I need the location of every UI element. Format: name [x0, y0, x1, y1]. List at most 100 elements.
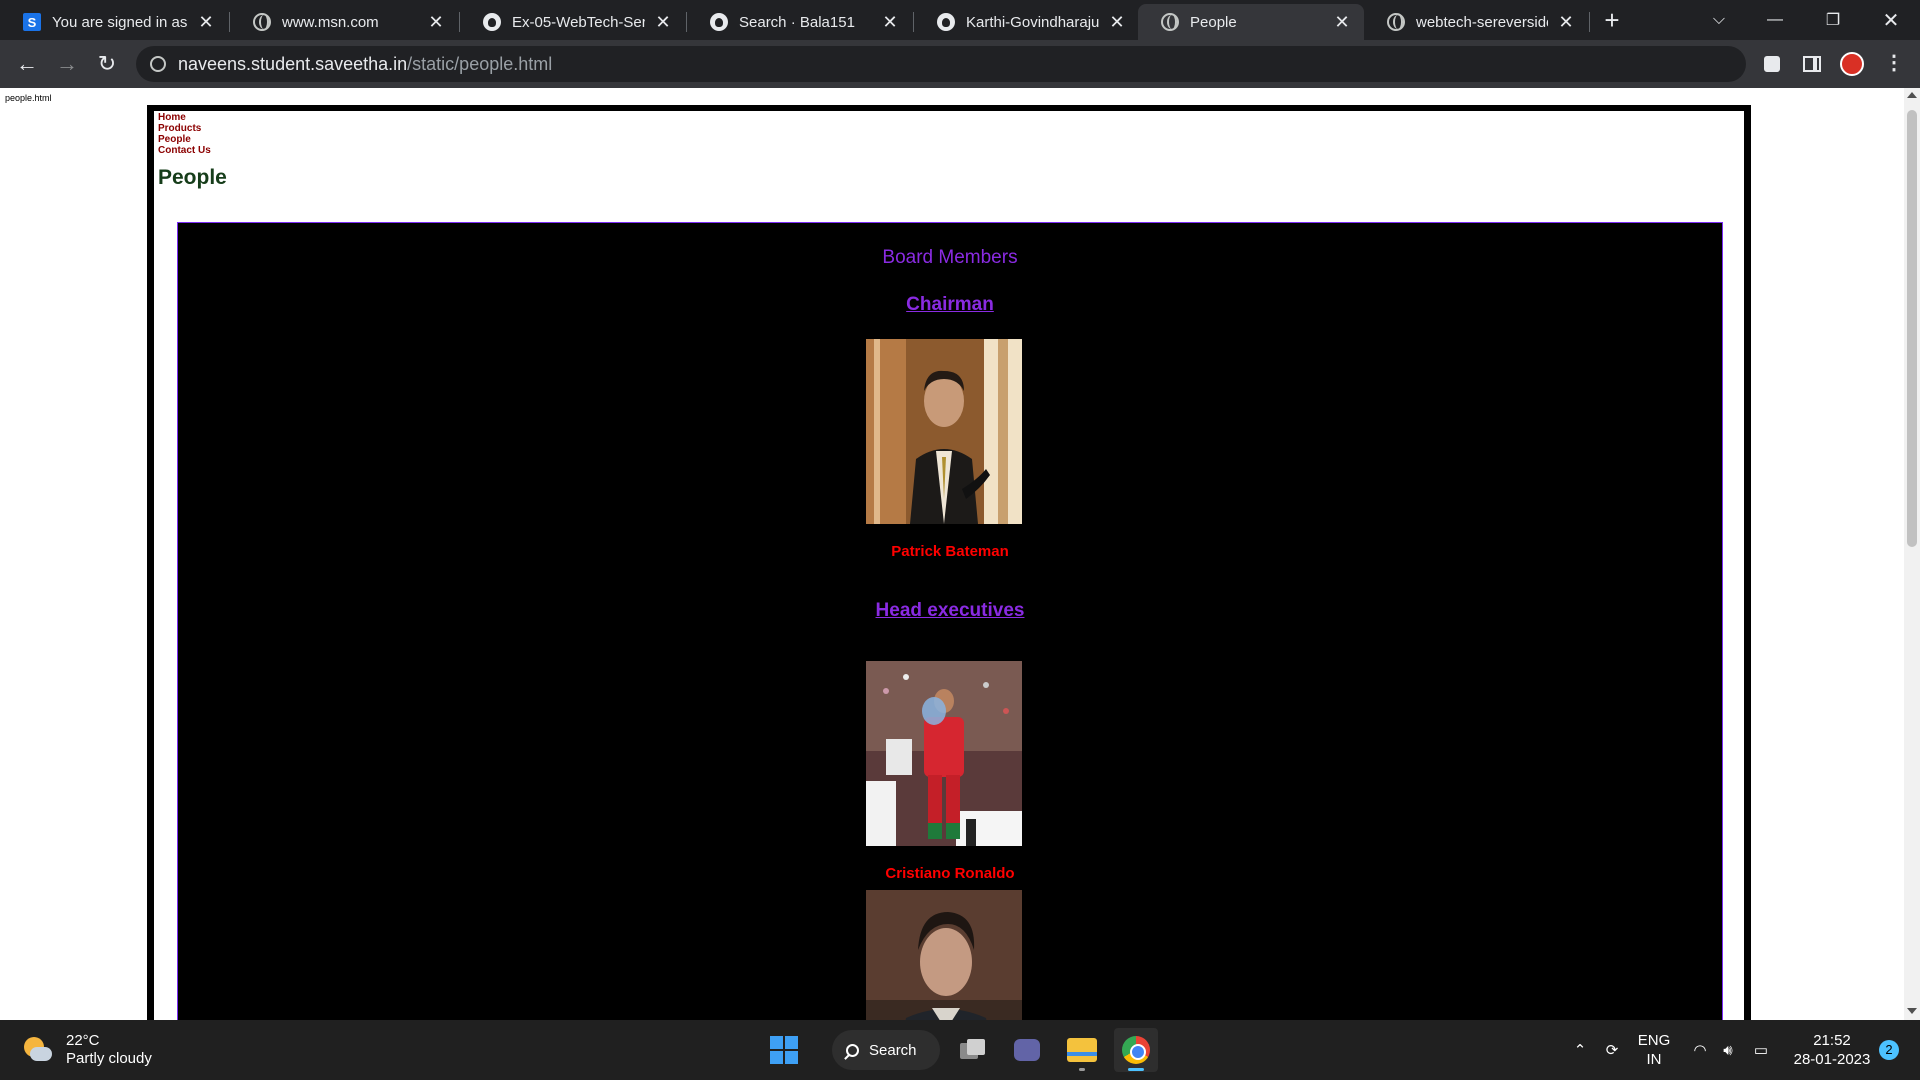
site-nav: Home Products People Contact Us — [158, 112, 211, 156]
chairman-photo — [866, 339, 1022, 524]
file-label: people.html — [5, 93, 52, 103]
github-icon — [482, 12, 502, 32]
notification-badge: 2 — [1879, 1040, 1899, 1060]
role-heading-head-executives[interactable]: Head executives — [178, 600, 1722, 622]
close-icon[interactable]: ✕ — [1107, 12, 1127, 33]
windows-taskbar: 22°C Partly cloudy Search ⌃ ⟳ ENG IN ◠ 🔊… — [0, 1020, 1920, 1080]
page-body: Home Products People Contact Us People B… — [154, 111, 1744, 1020]
tab-ex05[interactable]: Ex-05-WebTech-Serve ✕ — [460, 4, 685, 40]
new-tab-button[interactable]: + — [1598, 6, 1626, 34]
chat-button[interactable] — [1005, 1028, 1049, 1072]
minimize-button[interactable]: — — [1746, 0, 1804, 40]
sync-icon[interactable]: ⟳ — [1600, 1020, 1624, 1080]
close-window-button[interactable]: ✕ — [1862, 0, 1920, 40]
tab-people[interactable]: People ✕ — [1138, 4, 1364, 40]
restore-button[interactable]: ❐ — [1804, 0, 1862, 40]
tab-karthi[interactable]: Karthi-Govindharaju/E ✕ — [914, 4, 1139, 40]
input-language[interactable]: ENG IN — [1632, 1020, 1676, 1080]
page-viewport: people.html Home Products People Contact… — [0, 88, 1920, 1020]
tab-search-chevron-icon[interactable]: ⌵ — [1690, 0, 1748, 40]
volume-icon[interactable]: 🔊︎ — [1716, 1020, 1740, 1080]
extensions-icon[interactable] — [1760, 52, 1784, 76]
close-icon[interactable]: ✕ — [653, 12, 673, 33]
nav-link-home[interactable]: Home — [158, 112, 211, 123]
address-bar[interactable]: naveens.student.saveetha.in/static/peopl… — [136, 46, 1746, 82]
tab-title: Search · Bala151 — [739, 13, 855, 31]
chat-icon — [1014, 1039, 1040, 1061]
nav-link-contact[interactable]: Contact Us — [158, 145, 211, 156]
task-view-button[interactable] — [951, 1028, 995, 1072]
globe-icon — [1386, 12, 1406, 32]
back-arrow-icon[interactable]: ← — [11, 48, 43, 80]
section-title: Board Members — [882, 247, 1018, 268]
chrome-icon — [1122, 1036, 1150, 1064]
tab-strip: S You are signed in as 2 ✕ www.msn.com ✕… — [0, 0, 1920, 40]
running-indicator — [1079, 1068, 1085, 1071]
url-path: /static/people.html — [407, 54, 553, 74]
profile-avatar[interactable] — [1840, 52, 1864, 76]
tab-title: You are signed in as 2 — [52, 13, 188, 31]
page-scrollbar[interactable] — [1904, 88, 1920, 1020]
reload-icon[interactable]: ↻ — [91, 48, 123, 80]
close-icon[interactable]: ✕ — [1556, 12, 1576, 33]
start-button[interactable] — [762, 1028, 806, 1072]
scroll-thumb[interactable] — [1907, 110, 1917, 547]
close-icon[interactable]: ✕ — [426, 12, 446, 33]
tab-search-bala[interactable]: Search · Bala151 ✕ — [687, 4, 912, 40]
tab-title: webtech-sereverside — [1416, 13, 1548, 31]
lang-line-2: IN — [1646, 1051, 1662, 1068]
address-url: naveens.student.saveetha.in/static/peopl… — [178, 54, 552, 75]
role-heading-chairman[interactable]: Chairman — [178, 294, 1722, 316]
windows-logo-icon — [770, 1036, 798, 1064]
active-indicator — [1128, 1068, 1144, 1071]
clock-date: 28-01-2023 — [1793, 1051, 1871, 1068]
executive-photo-1 — [866, 661, 1022, 846]
lang-line-1: ENG — [1637, 1032, 1671, 1049]
weather-widget[interactable]: 22°C Partly cloudy — [22, 1032, 152, 1068]
github-icon — [936, 12, 956, 32]
side-panel-icon[interactable] — [1800, 52, 1824, 76]
globe-icon — [252, 12, 272, 32]
taskbar-search-label: Search — [869, 1041, 917, 1059]
scroll-up-arrow-icon[interactable] — [1907, 92, 1917, 98]
nav-link-people[interactable]: People — [158, 134, 211, 145]
clock[interactable]: 21:52 28-01-2023 — [1782, 1020, 1882, 1080]
clock-time: 21:52 — [1813, 1032, 1851, 1049]
tab-signed-in[interactable]: S You are signed in as 2 ✕ — [0, 4, 228, 40]
executive-photo-2 — [866, 890, 1022, 1020]
battery-icon[interactable]: ▭ — [1750, 1020, 1772, 1080]
browser-toolbar: ← → ↻ naveens.student.saveetha.in/static… — [0, 40, 1920, 88]
person-name-executive-1: Cristiano Ronaldo — [885, 865, 1015, 882]
forward-arrow-icon[interactable]: → — [51, 48, 83, 80]
s-icon: S — [22, 12, 42, 32]
close-icon[interactable]: ✕ — [196, 12, 216, 33]
globe-icon — [1160, 12, 1180, 32]
partly-cloudy-icon — [22, 1035, 52, 1065]
notification-center[interactable]: 2 — [1874, 1020, 1904, 1080]
wifi-icon[interactable]: ◠ — [1688, 1020, 1712, 1080]
tab-title: People — [1190, 13, 1237, 31]
people-content: Board Members Chairman Patrick Bateman H… — [177, 222, 1723, 1020]
page-frame: Home Products People Contact Us People B… — [147, 105, 1751, 1020]
tab-title: Ex-05-WebTech-Serve — [512, 13, 645, 31]
tab-webtech[interactable]: webtech-sereverside ✕ — [1364, 4, 1588, 40]
taskbar-search-button[interactable]: Search — [832, 1030, 940, 1070]
chrome-taskbar-button[interactable] — [1114, 1028, 1158, 1072]
menu-kebab-icon[interactable]: ⋮ — [1882, 52, 1906, 76]
tab-msn[interactable]: www.msn.com ✕ — [230, 4, 458, 40]
show-hidden-icons-chevron-icon[interactable]: ⌃ — [1570, 1020, 1590, 1080]
search-icon — [846, 1043, 859, 1057]
weather-condition: Partly cloudy — [66, 1050, 152, 1067]
github-icon — [709, 12, 729, 32]
scroll-down-arrow-icon[interactable] — [1907, 1008, 1917, 1014]
site-info-icon[interactable] — [150, 56, 166, 72]
task-view-icon — [960, 1039, 986, 1061]
person-name-chairman: Patrick Bateman — [891, 543, 1009, 560]
url-host: naveens.student.saveetha.in — [178, 54, 408, 74]
nav-link-products[interactable]: Products — [158, 123, 211, 134]
file-explorer-button[interactable] — [1060, 1028, 1104, 1072]
tab-title: Karthi-Govindharaju/E — [966, 13, 1099, 31]
close-icon[interactable]: ✕ — [1332, 12, 1352, 33]
close-icon[interactable]: ✕ — [880, 12, 900, 33]
page-title: People — [158, 166, 227, 189]
